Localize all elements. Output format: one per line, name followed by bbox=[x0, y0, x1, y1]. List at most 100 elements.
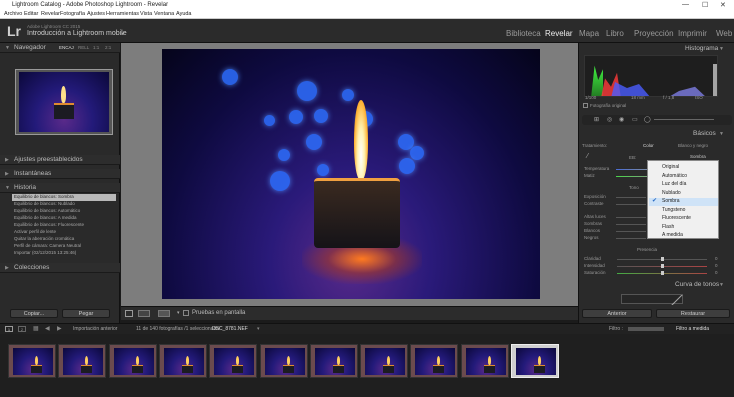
wb-option[interactable]: Original bbox=[662, 164, 679, 170]
zoom-1-1[interactable]: 1:1 bbox=[93, 45, 99, 50]
paste-button[interactable]: Pegar bbox=[62, 309, 110, 318]
filmstrip-thumb[interactable] bbox=[259, 344, 308, 378]
navigator-header[interactable]: ▼ Navegador ENCAJ RELL 1:1 2:1 bbox=[0, 43, 120, 53]
vibrance-value[interactable]: 0 bbox=[715, 263, 718, 268]
menu-fotografia[interactable]: Fotografía bbox=[60, 11, 85, 17]
tone-curve-preview[interactable] bbox=[621, 294, 684, 305]
catalog-subtitle[interactable]: Introducción a Lightroom mobile bbox=[27, 30, 127, 37]
snapshots-header[interactable]: ▶ Instantáneas bbox=[0, 169, 120, 179]
wb-dropdown[interactable]: Sombra bbox=[690, 154, 706, 159]
clarity-value[interactable]: 0 bbox=[715, 256, 718, 261]
filmstrip-thumb[interactable] bbox=[209, 344, 258, 378]
module-web[interactable]: Web bbox=[716, 29, 732, 38]
menu-herramientas[interactable]: Herramientas bbox=[106, 11, 139, 17]
wb-option[interactable]: A medida bbox=[662, 232, 683, 238]
expand-toolbar-icon[interactable]: ▾ bbox=[177, 310, 180, 316]
menu-ajustes[interactable]: Ajustes bbox=[87, 11, 105, 17]
treatment-bw[interactable]: Blanco y negro bbox=[678, 143, 708, 148]
module-mapa[interactable]: Mapa bbox=[579, 29, 599, 38]
wb-option-selected[interactable]: Sombra bbox=[662, 198, 680, 204]
wb-option[interactable]: Flash bbox=[662, 224, 674, 230]
original-checkbox[interactable] bbox=[583, 103, 588, 108]
window-1-button[interactable]: 1 bbox=[5, 326, 13, 332]
maximize-icon[interactable]: ☐ bbox=[702, 1, 708, 9]
contrast-slider[interactable] bbox=[616, 204, 646, 205]
navigator-preview[interactable] bbox=[15, 69, 113, 135]
filmstrip-thumb[interactable] bbox=[410, 344, 459, 378]
filter-dropdown[interactable]: Filtro a medida bbox=[676, 326, 709, 332]
wb-option[interactable]: Fluorescente bbox=[662, 215, 691, 221]
menu-editar[interactable]: Editar bbox=[24, 11, 38, 17]
history-item[interactable]: Activar perfil de lente bbox=[12, 229, 116, 236]
filmstrip-thumb[interactable] bbox=[8, 344, 56, 378]
slider-knob[interactable] bbox=[661, 271, 664, 275]
history-item[interactable]: Equilibrio de blancos: Automático bbox=[12, 208, 116, 215]
module-biblioteca[interactable]: Biblioteca bbox=[506, 29, 541, 38]
presets-header[interactable]: ▶ Ajustes preestablecidos bbox=[0, 155, 120, 165]
history-item[interactable]: Equilibrio de blancos: Fluorescente bbox=[12, 222, 116, 229]
module-libro[interactable]: Libro bbox=[606, 29, 624, 38]
filmstrip-thumb-selected[interactable] bbox=[511, 344, 559, 378]
history-item[interactable]: Perfil de cámara: Camera Neutral bbox=[12, 243, 116, 250]
histogram-title[interactable]: Histograma bbox=[685, 45, 718, 55]
loupe-view-icon[interactable] bbox=[125, 310, 133, 317]
filmstrip-thumb[interactable] bbox=[108, 344, 157, 378]
spot-removal-icon[interactable]: ◎ bbox=[607, 116, 612, 123]
history-item[interactable]: Equilibrio de blancos: Sombra bbox=[12, 194, 116, 201]
menu-vista[interactable]: Vista bbox=[140, 11, 152, 17]
wb-option[interactable]: Nublado bbox=[662, 190, 681, 196]
module-imprimir[interactable]: Imprimir bbox=[678, 29, 707, 38]
filmstrip-thumb[interactable] bbox=[58, 344, 107, 378]
previous-button[interactable]: Anterior bbox=[582, 309, 652, 318]
clarity-slider[interactable] bbox=[617, 257, 707, 261]
exposure-slider[interactable] bbox=[616, 197, 646, 198]
menu-revelar[interactable]: Revelar bbox=[41, 11, 60, 17]
menu-ayuda[interactable]: Ayuda bbox=[176, 11, 192, 17]
radial-filter-icon[interactable]: ◯ bbox=[644, 116, 651, 123]
treatment-color[interactable]: Color bbox=[643, 143, 654, 148]
close-icon[interactable]: ✕ bbox=[720, 1, 726, 9]
grid-icon[interactable]: ▦ bbox=[33, 325, 39, 332]
main-photo[interactable] bbox=[162, 49, 540, 299]
shadows-slider[interactable] bbox=[616, 224, 646, 225]
filter-flags[interactable] bbox=[628, 327, 664, 331]
tone-curve-title[interactable]: Curva de tonos bbox=[675, 281, 719, 291]
eyedropper-icon[interactable]: ⁄ bbox=[587, 153, 588, 160]
compare-view-icon[interactable] bbox=[138, 310, 150, 317]
zoom-fit[interactable]: ENCAJ bbox=[59, 45, 74, 50]
basics-title[interactable]: Básicos bbox=[693, 130, 716, 140]
chevron-down-icon[interactable]: ▾ bbox=[257, 326, 260, 332]
history-item[interactable]: Importar (02/12/2015 13:25:46) bbox=[12, 250, 116, 257]
forward-arrow-icon[interactable]: ▶ bbox=[57, 325, 62, 332]
filmstrip-thumb[interactable] bbox=[309, 344, 358, 378]
source-label[interactable]: Importación anterior bbox=[73, 326, 117, 332]
slider-knob[interactable] bbox=[661, 257, 664, 261]
proof-checkbox[interactable] bbox=[183, 310, 189, 316]
back-arrow-icon[interactable]: ◀ bbox=[45, 325, 50, 332]
brush-slider[interactable] bbox=[654, 119, 714, 120]
collections-header[interactable]: ▶ Colecciones bbox=[0, 263, 120, 273]
menu-archivo[interactable]: Archivo bbox=[4, 11, 22, 17]
filmstrip-thumb[interactable] bbox=[460, 344, 509, 378]
reset-button[interactable]: Restaurar bbox=[656, 309, 730, 318]
crop-tool-icon[interactable]: ⊞ bbox=[594, 116, 599, 123]
before-after-icon[interactable] bbox=[158, 310, 170, 317]
copy-button[interactable]: Copiar... bbox=[10, 309, 58, 318]
red-eye-icon[interactable]: ◉ bbox=[619, 116, 624, 123]
vibrance-slider[interactable] bbox=[617, 264, 707, 268]
blacks-slider[interactable] bbox=[616, 238, 646, 239]
filmstrip-thumb[interactable] bbox=[360, 344, 409, 378]
slider-knob[interactable] bbox=[661, 264, 664, 268]
filmstrip-thumb[interactable] bbox=[158, 344, 207, 378]
wb-option[interactable]: Luz del día bbox=[662, 181, 686, 187]
history-header[interactable]: ▼ Historia bbox=[0, 183, 120, 193]
whites-slider[interactable] bbox=[616, 231, 646, 232]
wb-option[interactable]: Automático bbox=[662, 173, 687, 179]
module-proyeccion[interactable]: Proyección bbox=[634, 29, 674, 38]
wb-option[interactable]: Tungsteno bbox=[662, 207, 685, 213]
menu-ventana[interactable]: Ventana bbox=[154, 11, 174, 17]
history-item[interactable]: Equilibrio de blancos: A medida bbox=[12, 215, 116, 222]
minimize-icon[interactable]: — bbox=[682, 1, 689, 8]
module-revelar[interactable]: Revelar bbox=[545, 29, 573, 38]
saturation-slider[interactable] bbox=[617, 271, 707, 275]
